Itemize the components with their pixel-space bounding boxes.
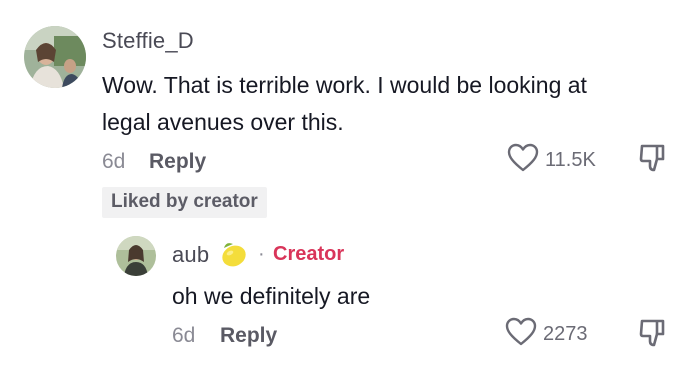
comment-like-count: 11.5K xyxy=(545,149,596,171)
thumbs-down-icon xyxy=(639,319,665,347)
heart-outline-icon xyxy=(507,143,539,172)
reply-reply-button[interactable]: Reply xyxy=(220,324,277,348)
creator-label: Creator xyxy=(273,243,345,265)
commenter-username[interactable]: Steffie_D xyxy=(102,28,194,54)
comment-reply-button[interactable]: Reply xyxy=(149,150,206,174)
comment-like-button[interactable] xyxy=(507,143,539,175)
reply-like-button[interactable] xyxy=(505,317,537,349)
reply-avatar[interactable] xyxy=(116,236,156,276)
lemon-emoji-icon xyxy=(218,238,250,270)
comment-text-line-2: legal avenues over this. xyxy=(102,109,344,135)
comment-dislike-button[interactable] xyxy=(637,142,669,174)
thumbs-down-icon xyxy=(639,144,665,172)
reply-timestamp: 6d xyxy=(172,324,196,347)
reply-like-count: 2273 xyxy=(543,323,588,345)
liked-by-creator-badge: Liked by creator xyxy=(102,187,267,218)
comment-timestamp: 6d xyxy=(102,150,126,173)
reply-dislike-button[interactable] xyxy=(637,317,669,349)
reply-text: oh we definitely are xyxy=(172,283,371,309)
comment-text-line-1: Wow. That is terrible work. I would be l… xyxy=(102,72,587,98)
creator-separator: · xyxy=(258,243,265,265)
commenter-avatar[interactable] xyxy=(24,26,86,88)
reply-username[interactable]: aub xyxy=(172,242,209,268)
heart-outline-icon xyxy=(505,317,537,346)
